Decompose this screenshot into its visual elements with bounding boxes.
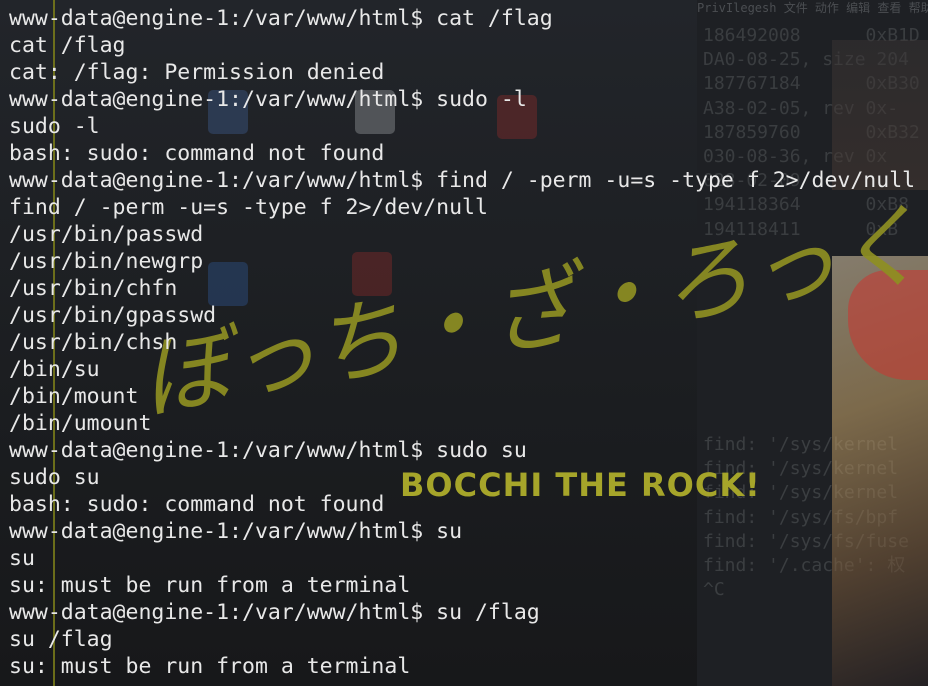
terminal-window[interactable]: www-data@engine-1:/var/www/html$ cat /fl… — [0, 0, 928, 686]
terminal-line: /usr/bin/chsh — [9, 330, 178, 355]
terminal-line: www-data@engine-1:/var/www/html$ su /fla… — [9, 600, 540, 625]
terminal-line: cat: /flag: Permission denied — [9, 60, 385, 85]
terminal-line: bash: sudo: command not found — [9, 141, 385, 166]
terminal-line: /bin/mount — [9, 384, 139, 409]
terminal-line: www-data@engine-1:/var/www/html$ su — [9, 519, 463, 544]
terminal-line: /usr/bin/chfn — [9, 276, 178, 301]
terminal-line: /usr/bin/gpasswd — [9, 303, 217, 328]
terminal-line: su — [9, 546, 35, 571]
terminal-line: www-data@engine-1:/var/www/html$ sudo -l — [9, 87, 527, 112]
terminal-line: www-data@engine-1:/var/www/html$ find / … — [9, 168, 916, 193]
terminal-line: /bin/su — [9, 357, 100, 382]
terminal-line: sudo su — [9, 465, 100, 490]
terminal-line: /usr/bin/passwd — [9, 222, 204, 247]
terminal-line: cat /flag — [9, 33, 126, 58]
terminal-line: bash: sudo: command not found — [9, 492, 385, 517]
terminal-line: /usr/bin/newgrp — [9, 249, 204, 274]
terminal-line: /bin/umount — [9, 411, 152, 436]
terminal-line: su: must be run from a terminal — [9, 573, 411, 598]
terminal-output: www-data@engine-1:/var/www/html$ cat /fl… — [9, 5, 915, 680]
terminal-line: su /flag — [9, 627, 113, 652]
terminal-line: find / -perm -u=s -type f 2>/dev/null — [9, 195, 488, 220]
terminal-line: www-data@engine-1:/var/www/html$ cat /fl… — [9, 6, 553, 31]
terminal-line: sudo -l — [9, 114, 100, 139]
terminal-line: www-data@engine-1:/var/www/html$ sudo su — [9, 438, 527, 463]
terminal-line: su: must be run from a terminal — [9, 654, 411, 679]
